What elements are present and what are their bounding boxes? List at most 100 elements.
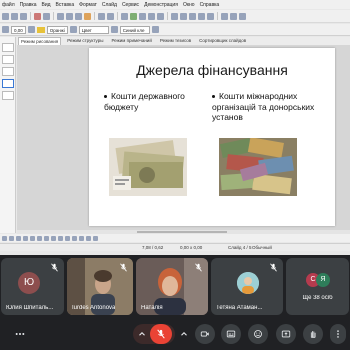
mic-toggle-button[interactable] bbox=[150, 324, 172, 344]
area-style-icon[interactable] bbox=[69, 26, 77, 33]
toolbar-separator bbox=[217, 12, 218, 20]
open-icon[interactable] bbox=[11, 12, 18, 20]
paste-icon[interactable] bbox=[75, 12, 82, 20]
print-icon[interactable] bbox=[43, 12, 50, 20]
bullet-column-left[interactable]: Кошти державного бюджету bbox=[104, 91, 204, 112]
mic-off-icon bbox=[270, 263, 277, 272]
cut-icon[interactable] bbox=[57, 12, 64, 20]
tab-drawing-view[interactable]: Режим рисования bbox=[18, 37, 62, 45]
menu-item-file[interactable]: файл bbox=[2, 2, 15, 8]
line-color-icon[interactable] bbox=[27, 26, 35, 33]
fill-color-select[interactable]: Оранжі bbox=[46, 25, 68, 34]
helplines-icon[interactable] bbox=[239, 12, 246, 20]
captions-button[interactable] bbox=[221, 324, 241, 344]
menu-item-window[interactable]: Окно bbox=[183, 2, 195, 8]
slide-thumbnail[interactable] bbox=[2, 55, 14, 64]
ellipse-icon[interactable] bbox=[23, 235, 28, 241]
slide-thumbnail[interactable] bbox=[2, 91, 14, 100]
stars-icon[interactable] bbox=[86, 235, 91, 241]
more-vert-button[interactable] bbox=[330, 324, 346, 344]
status-bar: 7,08 / 0,62 0,00 x 0,00 Слайд 4 / 5 Обыч… bbox=[0, 243, 350, 251]
mic-settings-button[interactable] bbox=[174, 324, 194, 344]
connector-icon[interactable] bbox=[44, 235, 49, 241]
banknotes-photo[interactable] bbox=[109, 138, 187, 196]
slide-thumbnail-selected[interactable] bbox=[2, 79, 14, 88]
toolbar-separator bbox=[167, 12, 168, 20]
arrow-icon[interactable] bbox=[30, 235, 35, 241]
chart-icon[interactable] bbox=[139, 12, 146, 20]
more-options-button[interactable] bbox=[10, 324, 30, 344]
delete-slide-icon[interactable] bbox=[198, 12, 205, 20]
emoji-button[interactable] bbox=[248, 324, 268, 344]
menu-item-edit[interactable]: Правка bbox=[20, 2, 37, 8]
present-icon bbox=[281, 330, 291, 338]
menu-item-tools[interactable]: Сервис bbox=[122, 2, 139, 8]
grid-icon[interactable] bbox=[230, 12, 237, 20]
currencies-photo[interactable] bbox=[219, 138, 297, 196]
slide-canvas[interactable]: Джерела фінансування Кошти державного бю… bbox=[17, 45, 350, 230]
flowchart-icon[interactable] bbox=[72, 235, 77, 241]
slide-show-icon[interactable] bbox=[171, 12, 178, 20]
menu-item-insert[interactable]: Вставка bbox=[56, 2, 75, 8]
area-color-select[interactable]: Синий кле bbox=[119, 25, 150, 34]
3d-objects-icon[interactable] bbox=[93, 235, 98, 241]
layout-icon[interactable] bbox=[207, 12, 214, 20]
symbol-shapes-icon[interactable] bbox=[58, 235, 63, 241]
new-icon[interactable] bbox=[2, 12, 9, 20]
scrollbar-thumb[interactable] bbox=[137, 231, 227, 233]
menu-item-help[interactable]: Справка bbox=[200, 2, 220, 8]
tab-outline-view[interactable]: Режим структуры bbox=[65, 37, 105, 45]
tab-handout-view[interactable]: Режим тезисов bbox=[158, 37, 193, 45]
current-slide[interactable]: Джерела фінансування Кошти державного бю… bbox=[89, 48, 335, 226]
menu-item-view[interactable]: Вид bbox=[42, 2, 51, 8]
chevron-up-icon bbox=[139, 331, 145, 336]
more-participants-tile[interactable]: С Я Ще 38 осіб bbox=[286, 258, 349, 315]
bullet-dot bbox=[104, 95, 107, 99]
menu-item-slide[interactable]: Слайд bbox=[102, 2, 117, 8]
mic-off-icon bbox=[120, 263, 127, 272]
slide-thumbnail[interactable] bbox=[2, 43, 14, 52]
rectangle-icon[interactable] bbox=[16, 235, 21, 241]
line-icon[interactable] bbox=[9, 235, 14, 241]
camera-button[interactable] bbox=[195, 324, 215, 344]
undo-icon[interactable] bbox=[98, 12, 105, 20]
object-size: 0,00 x 0,00 bbox=[180, 245, 203, 250]
block-arrows-icon[interactable] bbox=[65, 235, 70, 241]
textbox-icon[interactable] bbox=[148, 12, 155, 20]
line-style-icon[interactable] bbox=[2, 26, 9, 33]
new-slide-icon[interactable] bbox=[180, 12, 187, 20]
clone-formatting-icon[interactable] bbox=[84, 12, 91, 20]
shadow-icon[interactable] bbox=[110, 26, 118, 33]
image-icon[interactable] bbox=[130, 12, 137, 20]
basic-shapes-icon[interactable] bbox=[51, 235, 56, 241]
slide-thumbnail[interactable] bbox=[2, 67, 14, 76]
duplicate-slide-icon[interactable] bbox=[189, 12, 196, 20]
select-icon[interactable] bbox=[2, 235, 7, 241]
bullet-column-right[interactable]: Кошти міжнародних організацій та донорсь… bbox=[212, 91, 322, 123]
participant-tile[interactable]: Наталія bbox=[136, 258, 208, 315]
export-pdf-icon[interactable] bbox=[34, 12, 41, 20]
avatar bbox=[237, 272, 259, 294]
line-width-field[interactable]: 0,00 bbox=[11, 25, 26, 34]
shadow-toggle-icon[interactable] bbox=[151, 26, 159, 33]
slide-title[interactable]: Джерела фінансування bbox=[89, 62, 335, 78]
menu-item-slideshow[interactable]: Демонстрация bbox=[144, 2, 178, 8]
menu-item-format[interactable]: Формат bbox=[79, 2, 97, 8]
present-button[interactable] bbox=[276, 324, 296, 344]
tab-notes-view[interactable]: Режим примечаний bbox=[109, 37, 153, 45]
participant-tile[interactable]: Тетяна Атаман... bbox=[211, 258, 283, 315]
special-char-icon[interactable] bbox=[157, 12, 164, 20]
area-style-select[interactable]: Цвет bbox=[78, 25, 109, 34]
participant-tile[interactable]: Ю Юлия Шпиталь... bbox=[1, 258, 64, 315]
curve-icon[interactable] bbox=[37, 235, 42, 241]
copy-icon[interactable] bbox=[66, 12, 73, 20]
tab-slide-sorter[interactable]: Сортировщик слайдов bbox=[197, 37, 248, 45]
table-icon[interactable] bbox=[121, 12, 128, 20]
raise-hand-button[interactable] bbox=[303, 324, 323, 344]
callouts-icon[interactable] bbox=[79, 235, 84, 241]
camera-icon bbox=[200, 331, 209, 337]
redo-icon[interactable] bbox=[107, 12, 114, 20]
participant-tile[interactable]: Iurdes Antonova bbox=[67, 258, 133, 315]
save-icon[interactable] bbox=[20, 12, 27, 20]
zoom-icon[interactable] bbox=[221, 12, 228, 20]
